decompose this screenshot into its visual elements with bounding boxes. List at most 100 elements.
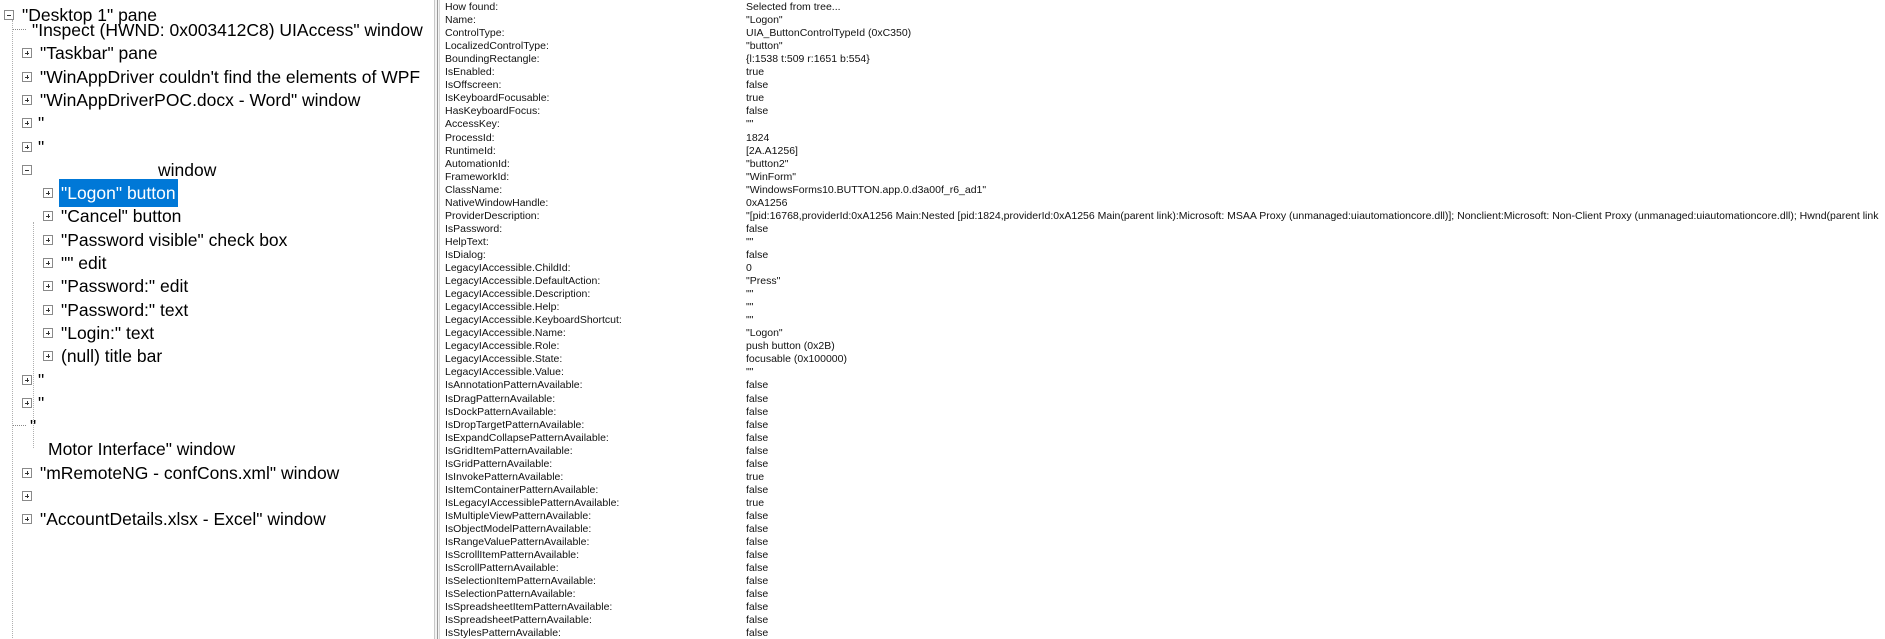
property-row[interactable]: LegacyIAccessible.ChildId: 0 <box>440 262 1885 275</box>
property-row[interactable]: ClassName: "WindowsForms10.BUTTON.app.0.d… <box>440 184 1885 197</box>
property-name: IsDockPatternAvailable: <box>445 405 557 418</box>
property-row[interactable]: ProcessId: 1824 <box>440 132 1885 145</box>
tree-item-label: "mRemoteNG - confCons.xml" window <box>40 462 340 483</box>
property-row[interactable]: IsStylesPatternAvailable: false <box>440 627 1885 639</box>
element-tree-pane[interactable]: "Desktop 1" pane "Inspect (HWND: 0x00341… <box>0 0 434 639</box>
expand-icon[interactable] <box>43 351 53 362</box>
property-value: "Press" <box>746 275 781 288</box>
expand-icon[interactable] <box>22 397 32 408</box>
collapse-icon[interactable] <box>22 164 32 175</box>
property-row[interactable]: IsOffscreen: false <box>440 79 1885 92</box>
property-row[interactable]: LegacyIAccessible.Value: "" <box>440 366 1885 379</box>
expand-icon[interactable] <box>43 281 53 292</box>
property-value: Selected from tree... <box>746 1 841 13</box>
expand-icon[interactable] <box>22 374 32 385</box>
property-row[interactable]: HelpText: "" <box>440 236 1885 249</box>
property-row[interactable]: IsDropTargetPatternAvailable: false <box>440 419 1885 432</box>
property-name: IsPassword: <box>445 222 503 235</box>
tree-connector <box>12 29 26 31</box>
property-row[interactable]: LegacyIAccessible.Name: "Logon" <box>440 327 1885 340</box>
property-name: IsEnabled: <box>445 66 495 79</box>
tree-item[interactable]: "WinAppDriverPOC.docx - Word" window <box>22 86 362 114</box>
property-row[interactable]: Name: "Logon" <box>440 14 1885 27</box>
property-row[interactable]: IsGridItemPatternAvailable: false <box>440 445 1885 458</box>
property-name: ProcessId: <box>445 131 495 144</box>
property-row[interactable]: ProviderDescription: "[pid:16768,provider… <box>440 210 1885 223</box>
property-name: IsGridPatternAvailable: <box>445 457 553 470</box>
property-row[interactable]: IsDockPatternAvailable: false <box>440 406 1885 419</box>
property-row[interactable]: RuntimeId: [2A.A1256] <box>440 145 1885 158</box>
property-row[interactable]: IsScrollPatternAvailable: false <box>440 562 1885 575</box>
expand-icon[interactable] <box>43 304 53 315</box>
property-value: false <box>746 379 769 392</box>
property-row[interactable]: LegacyIAccessible.DefaultAction: "Press" <box>440 275 1885 288</box>
expand-icon[interactable] <box>22 48 32 59</box>
property-row[interactable]: IsScrollItemPatternAvailable: false <box>440 549 1885 562</box>
property-row[interactable]: LocalizedControlType: "button" <box>440 40 1885 53</box>
property-name: IsKeyboardFocusable: <box>445 92 550 105</box>
property-row[interactable]: IsItemContainerPatternAvailable: false <box>440 484 1885 497</box>
property-row[interactable]: IsExpandCollapsePatternAvailable: false <box>440 432 1885 445</box>
property-row[interactable]: IsKeyboardFocusable: true <box>440 92 1885 105</box>
property-row[interactable]: How found: Selected from tree... <box>440 1 1885 14</box>
expand-icon[interactable] <box>22 514 32 525</box>
property-name: HelpText: <box>445 235 489 248</box>
property-row[interactable]: BoundingRectangle: {l:1538 t:509 r:1651 b… <box>440 53 1885 66</box>
property-row[interactable]: IsDialog: false <box>440 249 1885 262</box>
property-row[interactable]: HasKeyboardFocus: false <box>440 105 1885 118</box>
property-row[interactable]: IsMultipleViewPatternAvailable: false <box>440 510 1885 523</box>
property-name: LegacyIAccessible.KeyboardShortcut: <box>445 314 622 327</box>
property-row[interactable]: AutomationId: "button2" <box>440 158 1885 171</box>
property-row[interactable]: IsPassword: false <box>440 223 1885 236</box>
expand-icon[interactable] <box>43 327 53 338</box>
expand-icon[interactable] <box>43 258 53 268</box>
property-row[interactable]: ControlType: UIA_ButtonControlTypeId (0xC… <box>440 27 1885 40</box>
property-row[interactable]: IsSelectionPatternAvailable: false <box>440 588 1885 601</box>
property-row[interactable]: LegacyIAccessible.Help: "" <box>440 301 1885 314</box>
expand-icon[interactable] <box>43 234 53 245</box>
tree-item[interactable]: "AccountDetails.xlsx - Excel" window <box>22 505 328 533</box>
expand-icon[interactable] <box>22 491 32 501</box>
expand-icon[interactable] <box>22 141 32 152</box>
property-name: LegacyIAccessible.Value: <box>445 366 564 379</box>
tree-item[interactable]: (null) title bar <box>43 342 164 370</box>
property-row[interactable]: IsInvokePatternAvailable: true <box>440 471 1885 484</box>
property-row[interactable]: IsSpreadsheetPatternAvailable: false <box>440 614 1885 627</box>
property-name: ControlType: <box>445 27 505 40</box>
property-row[interactable]: LegacyIAccessible.State: focusable (0x100… <box>440 353 1885 366</box>
expand-icon[interactable] <box>22 467 32 478</box>
property-row[interactable]: LegacyIAccessible.Role: push button (0x2B… <box>440 340 1885 353</box>
expand-icon[interactable] <box>22 118 32 129</box>
property-row[interactable]: IsSelectionItemPatternAvailable: false <box>440 575 1885 588</box>
properties-pane[interactable]: How found: Selected from tree... Name: "Log… <box>440 0 1885 639</box>
tree-guide-line <box>12 20 13 639</box>
expand-icon[interactable] <box>43 188 53 199</box>
property-value: true <box>746 92 765 105</box>
expand-icon[interactable] <box>22 71 32 82</box>
property-row[interactable]: IsObjectModelPatternAvailable: false <box>440 523 1885 536</box>
property-row[interactable]: IsSpreadsheetItemPatternAvailable: false <box>440 601 1885 614</box>
property-row[interactable]: IsRangeValuePatternAvailable: false <box>440 536 1885 549</box>
expand-icon[interactable] <box>22 94 32 105</box>
expand-icon[interactable] <box>43 211 53 222</box>
property-value: "Logon" <box>746 327 783 340</box>
property-name: IsStylesPatternAvailable: <box>445 627 561 639</box>
property-row[interactable]: IsGridPatternAvailable: false <box>440 458 1885 471</box>
property-name: IsDialog: <box>445 248 486 261</box>
property-name: IsSelectionPatternAvailable: <box>445 588 576 601</box>
property-row[interactable]: FrameworkId: "WinForm" <box>440 171 1885 184</box>
property-row[interactable]: IsAnnotationPatternAvailable: false <box>440 379 1885 392</box>
property-row[interactable]: IsLegacyIAccessiblePatternAvailable: true <box>440 497 1885 510</box>
property-value: "button" <box>746 40 783 53</box>
property-name: LocalizedControlType: <box>445 40 549 53</box>
property-row[interactable]: LegacyIAccessible.Description: "" <box>440 288 1885 301</box>
property-row[interactable]: IsEnabled: true <box>440 66 1885 79</box>
property-name: AutomationId: <box>445 157 510 170</box>
property-row[interactable]: LegacyIAccessible.KeyboardShortcut: "" <box>440 314 1885 327</box>
property-name: IsScrollItemPatternAvailable: <box>445 549 580 562</box>
property-row[interactable]: NativeWindowHandle: 0xA1256 <box>440 197 1885 210</box>
tree-item-label: "WinAppDriverPOC.docx - Word" window <box>40 89 361 110</box>
tree-item[interactable]: "mRemoteNG - confCons.xml" window <box>22 459 341 487</box>
property-row[interactable]: IsDragPatternAvailable: false <box>440 393 1885 406</box>
property-row[interactable]: AccessKey: "" <box>440 118 1885 131</box>
